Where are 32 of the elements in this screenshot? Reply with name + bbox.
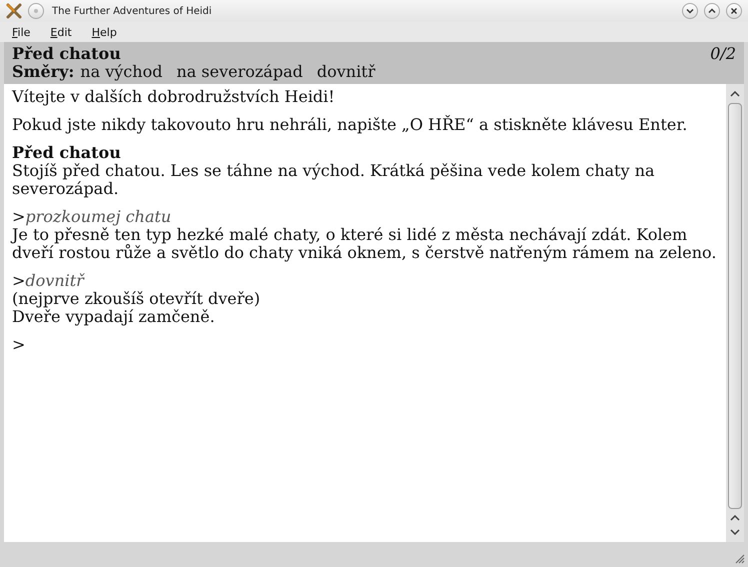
minimize-button[interactable] bbox=[682, 3, 698, 19]
chevron-up-icon bbox=[708, 7, 716, 15]
exit-link[interactable]: dovnitř bbox=[316, 63, 376, 81]
close-button[interactable] bbox=[726, 3, 742, 19]
window-title: The Further Adventures of Heidi bbox=[52, 6, 212, 16]
exit-link[interactable]: na východ bbox=[80, 63, 162, 81]
prompt-sign: > bbox=[12, 207, 26, 226]
scrollbar[interactable] bbox=[726, 84, 744, 542]
story-text: Pokud jste nikdy takovouto hru nehráli, napište „O HŘE“ a stiskněte klávesu Enter. bbox=[12, 116, 688, 134]
story-text: (nejprve zkoušíš otevřít dveře) bbox=[12, 290, 262, 308]
story-text: Je to přesně ten typ hezké malé chaty, o které si lidé z města nechávají zdát. Kolem dveří rostou růže a světlo do chaty vniká oknem, s čerstvě natřeným rámem na zeleno. bbox=[12, 226, 718, 262]
exits-label: Směry: bbox=[12, 63, 74, 81]
command-text: prozkoumej chatu bbox=[25, 207, 172, 226]
command-text: dovnitř bbox=[25, 271, 84, 290]
maximize-button[interactable] bbox=[704, 3, 720, 19]
story-text: Vítejte v dalších dobrodružstvích Heidi! bbox=[12, 88, 336, 106]
exit-link[interactable]: na severozápad bbox=[176, 63, 303, 81]
app-icon bbox=[6, 3, 22, 19]
room-heading: Před chatou bbox=[12, 144, 122, 162]
menu-item[interactable]: Help bbox=[86, 26, 123, 38]
prompt-sign: > bbox=[12, 271, 26, 290]
prompt-sign: > bbox=[12, 335, 26, 354]
menu-item[interactable]: Edit bbox=[44, 26, 78, 38]
story-text: Stojíš před chatou. Les se táhne na východ. Krátká pěšina vede kolem chaty na severozápad. bbox=[12, 162, 656, 198]
close-icon bbox=[730, 7, 738, 15]
location-name: Před chatou bbox=[12, 45, 121, 63]
story-text: Dveře vypadají zamčeně. bbox=[12, 308, 216, 326]
chevron-down-icon bbox=[686, 7, 694, 15]
scroll-thumb[interactable] bbox=[728, 103, 742, 509]
menu-item[interactable]: File bbox=[6, 26, 36, 38]
resize-grip-icon[interactable] bbox=[733, 552, 745, 564]
score-text: 0/2 bbox=[710, 45, 736, 63]
